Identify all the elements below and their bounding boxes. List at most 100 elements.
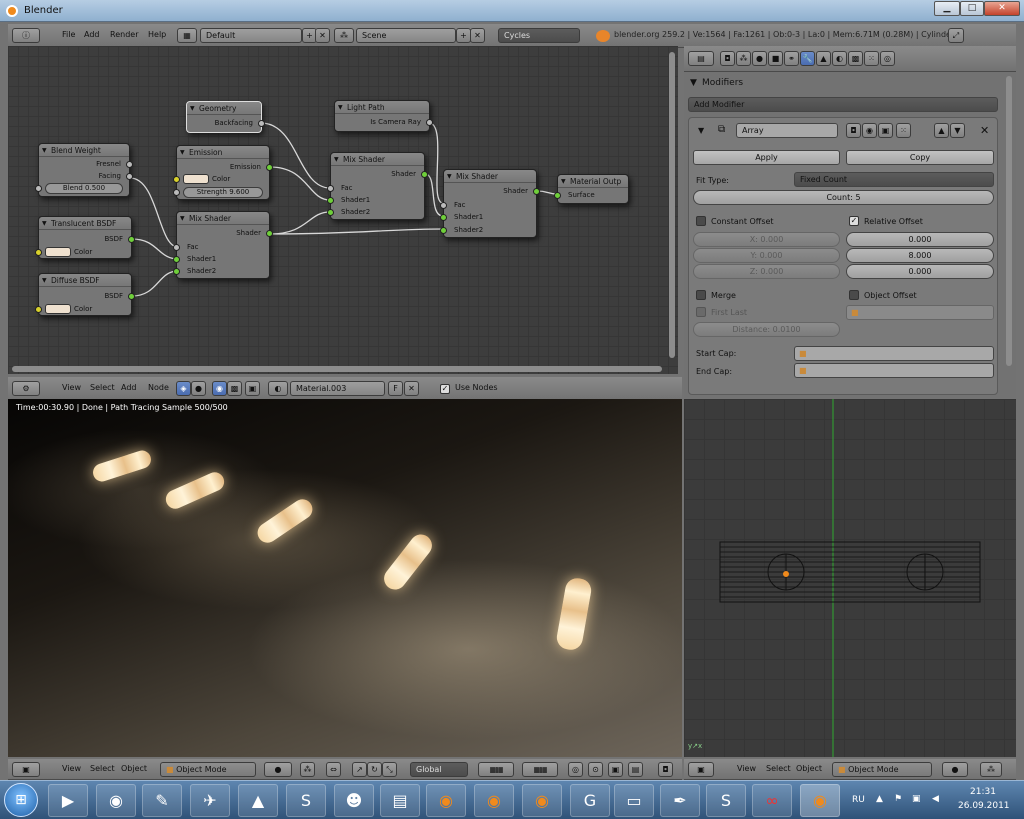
socket-backfacing[interactable] <box>258 120 265 127</box>
minimize-button[interactable]: ▁ <box>934 1 960 16</box>
side-pivot-icon[interactable]: ⁂ <box>980 762 1002 777</box>
language-indicator[interactable]: RU <box>852 795 865 805</box>
start-button[interactable]: ⊞ <box>4 783 38 817</box>
camera-icon[interactable]: ▤ <box>628 762 643 777</box>
blender-active-task-icon[interactable]: ◉ <box>800 784 840 817</box>
move-up-icon[interactable]: ▲ <box>934 123 949 138</box>
editor-type-node-icon[interactable]: ⚙ <box>12 381 40 396</box>
proportional-icon[interactable]: ◎ <box>568 762 583 777</box>
editor-type-3d-icon-2[interactable]: ▣ <box>688 762 714 777</box>
texture-tab-icon[interactable]: ▩ <box>848 51 863 66</box>
document-app-icon[interactable]: ▤ <box>380 784 420 817</box>
socket-mix1-shader2[interactable] <box>173 268 180 275</box>
skype-icon[interactable]: S <box>706 784 746 817</box>
unlink-material-button[interactable]: ✕ <box>404 381 419 396</box>
compositing-nodes-icon[interactable]: ● <box>191 381 206 396</box>
app-icon-red[interactable]: ∞ <box>752 784 792 817</box>
material-tab-icon[interactable]: ◐ <box>832 51 847 66</box>
constant-offset-checkbox[interactable] <box>696 216 706 226</box>
socket-strength-in[interactable] <box>173 189 180 196</box>
blender-task-icon-1[interactable]: ◉ <box>426 784 466 817</box>
physics-tab-icon[interactable]: ◎ <box>880 51 895 66</box>
render-viewport[interactable]: Time:00:30.90 | Done | Path Tracing Samp… <box>8 399 682 757</box>
volume-tray-icon[interactable]: ◀ <box>932 794 939 804</box>
app-icon-g[interactable]: G <box>570 784 610 817</box>
fake-user-button[interactable]: F <box>388 381 403 396</box>
pen-app-icon[interactable]: ✎ <box>142 784 182 817</box>
shader-nodes-icon[interactable]: ◈ <box>176 381 191 396</box>
fullscreen-icon[interactable]: ⤢ <box>948 28 964 43</box>
fit-type-select[interactable]: Fixed Count <box>794 172 994 187</box>
node-light-path[interactable]: Light Path Is Camera Ray <box>334 100 433 132</box>
layers-second-icon[interactable]: ▦▦ <box>522 762 558 777</box>
socket-mix2-fac[interactable] <box>327 185 334 192</box>
clock-time[interactable]: 21:31 <box>970 787 996 797</box>
socket-surface[interactable] <box>554 192 561 199</box>
emission-color-swatch[interactable] <box>183 174 209 184</box>
end-cap-field[interactable]: ■ <box>794 363 994 378</box>
node-translucent-bsdf[interactable]: Translucent BSDF BSDF Color <box>35 216 135 259</box>
constant-z-field[interactable]: Z: 0.000 <box>693 264 840 279</box>
socket-diffuse-bsdf[interactable] <box>128 293 135 300</box>
socket-mix2-out[interactable] <box>421 171 428 178</box>
node-mix-shader-3[interactable]: Mix Shader Shader Fac Shader1 Shader2 <box>440 169 540 238</box>
inkscape-icon[interactable]: ▲ <box>238 784 278 817</box>
backdrop-icon[interactable]: ◉ <box>212 381 227 396</box>
socket-mix2-shader1[interactable] <box>327 197 334 204</box>
use-nodes-checkbox[interactable]: ✓ <box>440 384 450 394</box>
delete-scene-button[interactable]: ✕ <box>470 28 485 43</box>
node-geometry[interactable]: Geometry Backfacing <box>186 101 265 133</box>
modifier-cage-icon[interactable]: ⁙ <box>896 123 911 138</box>
socket-translucent-color[interactable] <box>35 249 42 256</box>
node-emission[interactable]: Emission Emission Color Strength 9.600 <box>173 145 273 200</box>
editor-type-3d-icon[interactable]: ▣ <box>12 762 40 777</box>
side-object-menu[interactable]: Object <box>796 764 822 773</box>
menu-add[interactable]: Add <box>84 30 100 39</box>
scene-icon[interactable]: ⁂ <box>334 28 354 43</box>
editor-type-properties-icon[interactable]: ▤ <box>688 51 714 66</box>
modifier-collapse-icon[interactable]: ▼ <box>698 126 704 135</box>
side-3d-view[interactable]: y↗x <box>684 399 1016 757</box>
socket-is-camera-ray[interactable] <box>426 119 433 126</box>
clock-date[interactable]: 26.09.2011 <box>958 801 1010 811</box>
relative-x-field[interactable]: 0.000 <box>846 232 994 247</box>
modifier-render-icon[interactable]: ◘ <box>846 123 861 138</box>
side-view-menu[interactable]: View <box>737 764 756 773</box>
checker-icon[interactable]: ▩ <box>227 381 242 396</box>
modifiers-tab-icon[interactable]: 🔧 <box>800 51 815 66</box>
node-mix-shader-2[interactable]: Mix Shader Shader Fac Shader1 Shader2 <box>327 152 428 220</box>
object-tab-icon[interactable]: ■ <box>768 51 783 66</box>
socket-blend-in[interactable] <box>35 185 42 192</box>
flag-tray-icon[interactable]: ⚑ <box>894 794 902 804</box>
socket-mix3-out[interactable] <box>533 188 540 195</box>
node-editor[interactable]: Geometry Backfacing Light Path Is Camera… <box>8 46 678 374</box>
material-icon[interactable]: ◐ <box>268 381 288 396</box>
snap-target-icon[interactable]: ▣ <box>608 762 623 777</box>
socket-mix3-shader2[interactable] <box>440 227 447 234</box>
modifiers-panel-arrow-icon[interactable]: ▼ <box>690 78 697 88</box>
folder-icon[interactable]: ▭ <box>614 784 654 817</box>
node-menu-add[interactable]: Add <box>121 383 137 392</box>
socket-mix2-shader2[interactable] <box>327 209 334 216</box>
world-tab-icon[interactable]: ● <box>752 51 767 66</box>
render-tab-icon[interactable]: ◘ <box>720 51 735 66</box>
menu-render[interactable]: Render <box>110 30 138 39</box>
render-engine-select[interactable]: Cycles <box>498 28 580 43</box>
delete-layout-button[interactable]: ✕ <box>315 28 330 43</box>
translate-icon[interactable]: ↗ <box>352 762 367 777</box>
socket-translucent-bsdf[interactable] <box>128 236 135 243</box>
offset-object-field[interactable]: ■ <box>846 305 994 320</box>
node-mix-shader-1[interactable]: Mix Shader Shader Fac Shader1 Shader2 <box>173 211 273 279</box>
layers-first-icon[interactable]: ▦▦ <box>478 762 514 777</box>
merge-checkbox[interactable] <box>696 290 706 300</box>
tray-expand-icon[interactable]: ▲ <box>876 794 883 804</box>
modifier-editmode-icon[interactable]: ▣ <box>878 123 893 138</box>
side-shading-icon[interactable]: ● <box>942 762 968 777</box>
menu-file[interactable]: File <box>62 30 75 39</box>
strength-field[interactable]: Strength 9.600 <box>183 187 263 198</box>
maximize-button[interactable]: □ <box>960 1 984 16</box>
socket-mix3-fac[interactable] <box>440 202 447 209</box>
count-field[interactable]: Count: 5 <box>693 190 994 205</box>
object-offset-checkbox[interactable] <box>849 290 859 300</box>
object-menu[interactable]: Object <box>121 764 147 773</box>
